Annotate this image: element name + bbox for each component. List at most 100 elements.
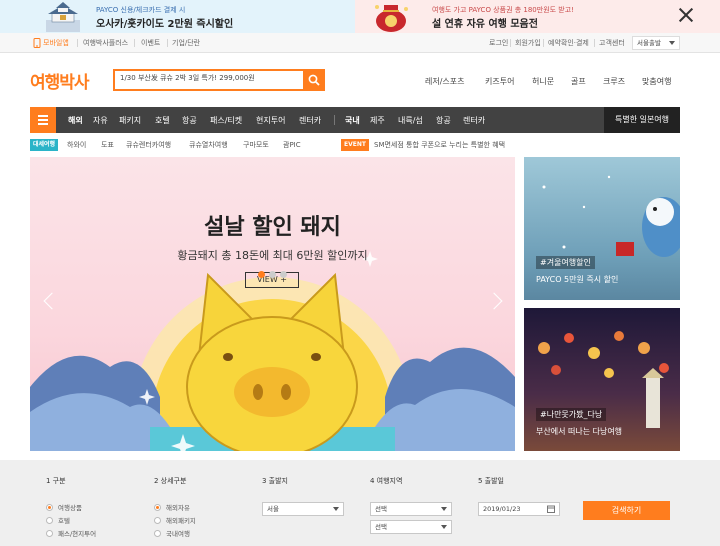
close-icon[interactable] xyxy=(678,7,694,23)
trending-item-hawaii[interactable]: 하와이 xyxy=(67,140,86,150)
menu-icon[interactable] xyxy=(30,107,56,133)
radio-label: 해외패키지 xyxy=(166,517,196,525)
side-card-danang[interactable]: #나만못가봤_다낭 부산에서 떠나는 다낭여행 xyxy=(524,308,680,451)
radio-button[interactable] xyxy=(154,516,161,524)
banner-title: 설날 할인 돼지 xyxy=(204,215,341,240)
region-select-2[interactable]: 선택 xyxy=(370,520,452,534)
radio-button[interactable] xyxy=(46,529,53,537)
search-input[interactable] xyxy=(120,74,300,82)
chevron-down-icon xyxy=(441,507,447,511)
header-link-custom[interactable]: 맞춤여행 xyxy=(642,76,671,87)
chevron-down-icon xyxy=(441,525,447,529)
radio-button[interactable] xyxy=(46,516,53,524)
main-navigation: 해외 자유 패키지 호텔 항공 패스/티켓 현지투어 렌터카 국내 제주 내륙/… xyxy=(30,107,680,133)
radio-hotel[interactable]: 호텔 xyxy=(46,515,70,525)
castle-illustration-icon xyxy=(46,2,80,32)
side-card-winter[interactable]: #겨울여행할인 PAYCO 5만원 즉시 할인 xyxy=(524,157,680,300)
step-4-label: 4 여행지역 xyxy=(370,477,403,485)
departure-date-field[interactable]: 2019/01/23 xyxy=(478,502,560,516)
radio-pass-tour[interactable]: 패스/현지투어 xyxy=(46,528,96,538)
departure-city-select[interactable]: 서울출발 xyxy=(632,36,680,50)
radio-label: 해외자유 xyxy=(166,504,190,512)
main-banner[interactable]: 설날 할인 돼지 황금돼지 총 18돈에 최대 6만원 할인까지 VIEW + xyxy=(30,157,515,451)
banner-subtitle: 황금돼지 총 18돈에 최대 6만원 할인까지 xyxy=(177,249,368,262)
radio-label: 호텔 xyxy=(58,517,70,525)
mobile-app-link[interactable]: 모바일앱 xyxy=(43,38,69,48)
step-2-label: 2 상세구분 xyxy=(154,477,187,485)
trending-item-kyushu-rentcar[interactable]: 큐슈렌터카여행 xyxy=(126,140,171,150)
header-link-kids[interactable]: 키즈투어 xyxy=(485,76,514,87)
region-select-value: 선택 xyxy=(375,505,387,513)
nav-domestic-air[interactable]: 항공 xyxy=(436,115,451,126)
trending-item-guam[interactable]: 괌PIC xyxy=(283,140,301,150)
carousel-dot-1[interactable] xyxy=(258,271,265,278)
customer-center-link[interactable]: 고객센터 xyxy=(599,38,625,48)
region-select-1[interactable]: 선택 xyxy=(370,502,452,516)
radio-overseas-package[interactable]: 해외패키지 xyxy=(154,515,196,525)
radio-button[interactable] xyxy=(46,503,53,511)
carousel-dot-3[interactable] xyxy=(280,271,287,278)
nav-domestic-rentcar[interactable]: 렌터카 xyxy=(463,115,485,126)
piggy-illustration xyxy=(30,251,515,451)
radio-travel-product[interactable]: 여행상품 xyxy=(46,502,82,512)
departure-select[interactable]: 서울 xyxy=(262,502,344,516)
chevron-down-icon xyxy=(669,41,675,45)
nav-overseas-hotel[interactable]: 호텔 xyxy=(155,115,170,126)
radio-button[interactable] xyxy=(154,529,161,537)
event-badge: EVENT xyxy=(341,139,369,151)
nav-overseas-tour[interactable]: 현지투어 xyxy=(256,115,285,126)
radio-domestic[interactable]: 국내여행 xyxy=(154,528,190,538)
utility-bar: 모바일앱 여행박사플러스 이벤트 기업/단란 로그인 회원가입 예약확인·결제 … xyxy=(0,33,720,53)
trending-item-2[interactable]: 도표 xyxy=(101,140,114,150)
mobile-icon xyxy=(33,38,41,48)
search-box xyxy=(113,69,325,91)
header-link-cruise[interactable]: 크루즈 xyxy=(603,76,625,87)
nav-overseas[interactable]: 해외 xyxy=(68,115,83,126)
site-logo[interactable]: 여행박사 xyxy=(30,68,90,93)
nav-domestic-jeju[interactable]: 제주 xyxy=(370,115,385,126)
radio-overseas-free[interactable]: 해외자유 xyxy=(154,502,190,512)
trending-item-kumamoto[interactable]: 구마모토 xyxy=(243,140,269,150)
util-link-corporate[interactable]: 기업/단란 xyxy=(172,38,200,48)
radio-label: 패스/현지투어 xyxy=(58,530,97,538)
nav-overseas-rentcar[interactable]: 렌터카 xyxy=(299,115,321,126)
radio-button[interactable] xyxy=(154,503,161,511)
promo-banner[interactable]: PAYCO 신용/체크카드 결제 시 오사카/홋카이도 2만원 즉시할인 여행도… xyxy=(0,0,720,33)
nav-overseas-air[interactable]: 항공 xyxy=(182,115,197,126)
trending-item-kyushu-train[interactable]: 큐슈열차여행 xyxy=(189,140,228,150)
nav-overseas-free[interactable]: 자유 xyxy=(93,115,108,126)
search-submit-button[interactable]: 검색하기 xyxy=(583,501,670,520)
departure-date-value: 2019/01/23 xyxy=(483,505,521,513)
reservation-link[interactable]: 예약확인·결제 xyxy=(548,38,589,48)
promo-left-big: 오사카/홋카이도 2만원 즉시할인 xyxy=(96,19,234,30)
promo-right-small: 여행도 가고 PAYCO 상품권 총 180만원도 받고! xyxy=(432,6,574,14)
promo-right[interactable]: 여행도 가고 PAYCO 상품권 총 180만원도 받고! 설 연휴 자유 여행… xyxy=(355,0,720,33)
search-button[interactable] xyxy=(303,69,325,91)
promo-left[interactable]: PAYCO 신용/체크카드 결제 시 오사카/홋카이도 2만원 즉시할인 xyxy=(0,0,355,33)
side-card-text: 부산에서 떠나는 다낭여행 xyxy=(536,427,623,436)
util-link-plus[interactable]: 여행박사플러스 xyxy=(83,38,128,48)
nav-overseas-package[interactable]: 패키지 xyxy=(119,115,141,126)
step-1-label: 1 구분 xyxy=(46,477,66,485)
carousel-dot-2[interactable] xyxy=(269,271,276,278)
side-card-text: PAYCO 5만원 즉시 할인 xyxy=(536,275,619,284)
login-link[interactable]: 로그인 xyxy=(489,38,508,48)
signup-link[interactable]: 회원가입 xyxy=(515,38,541,48)
step-5-label: 5 출발일 xyxy=(478,477,504,485)
departure-city-label: 서울출발 xyxy=(637,39,661,47)
util-link-event[interactable]: 이벤트 xyxy=(141,38,160,48)
header-link-golf[interactable]: 골프 xyxy=(571,76,586,87)
nav-domestic[interactable]: 국내 xyxy=(345,115,360,126)
event-link[interactable]: SM면세점 통합 쿠폰으로 누리는 특별한 혜택 xyxy=(374,140,505,150)
promo-left-small: PAYCO 신용/체크카드 결제 시 xyxy=(96,6,186,14)
header-link-leisure[interactable]: 레저/스포츠 xyxy=(425,76,465,87)
trending-badge: 대세여행 xyxy=(30,139,59,151)
lucky-bag-icon xyxy=(375,5,408,32)
header-link-honeymoon[interactable]: 허니문 xyxy=(532,76,554,87)
calendar-icon[interactable] xyxy=(547,505,555,513)
promo-right-big: 설 연휴 자유 여행 모음전 xyxy=(432,19,538,30)
nav-domestic-island[interactable]: 내륙/섬 xyxy=(398,115,423,126)
chevron-down-icon xyxy=(333,507,339,511)
special-japan-tab[interactable]: 특별한 일본여행 xyxy=(604,107,680,133)
nav-overseas-pass[interactable]: 패스/티켓 xyxy=(210,115,242,126)
